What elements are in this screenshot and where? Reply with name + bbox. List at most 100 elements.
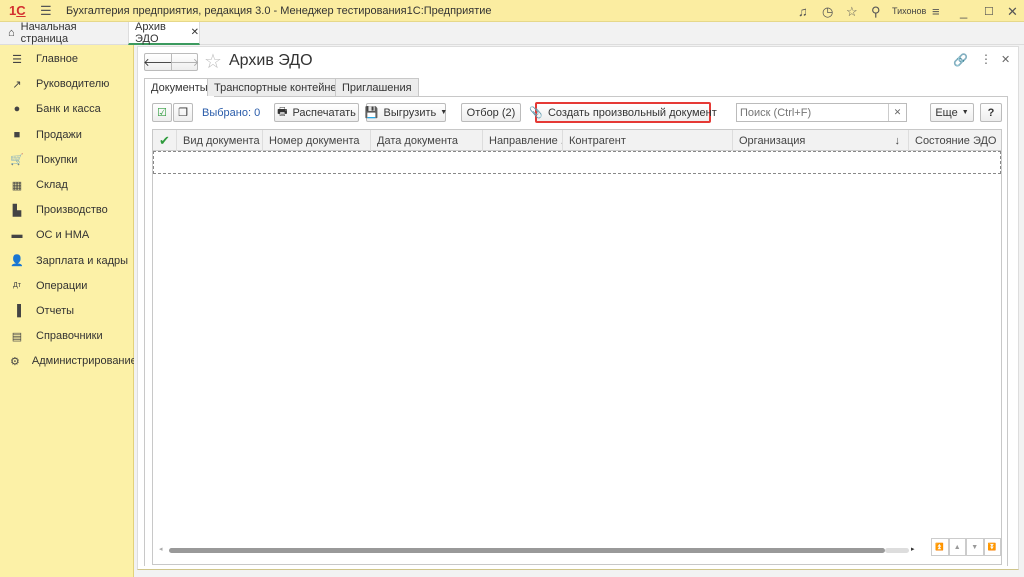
panel-border-right	[1007, 96, 1008, 566]
menu-icon: ☰	[12, 53, 22, 66]
page-title: Архив ЭДО	[229, 52, 313, 69]
sidebar-item-label: Склад	[36, 179, 68, 191]
sidebar-item-label: Главное	[36, 53, 79, 65]
column-header[interactable]: Состояние ЭДО	[909, 130, 1001, 151]
warehouse-icon: ▦	[11, 179, 23, 192]
tab-home[interactable]: ⌂ Начальная страница	[0, 21, 126, 45]
close-form-icon[interactable]: ✕	[1001, 53, 1010, 66]
create-custom-document-button[interactable]: 📎 Создать произвольный документ	[529, 102, 717, 123]
printer-icon: 🖶	[277, 106, 288, 118]
search-input-wrapper: ✕	[736, 103, 907, 122]
button-label: ?	[987, 106, 995, 119]
column-header[interactable]: Направление ...	[483, 130, 563, 151]
tab-archive-edo[interactable]: Архив ЭДО ✕	[128, 21, 200, 45]
check-all-icon: ☑	[157, 107, 167, 119]
documents-table: ✔ Вид документа Номер документа Дата док…	[152, 129, 1002, 565]
scroll-left-icon[interactable]: ◂	[159, 545, 163, 553]
link-icon[interactable]: 🔗	[953, 53, 968, 67]
sidebar-item-label: Производство	[36, 204, 108, 217]
column-header[interactable]: Номер документа	[263, 130, 371, 151]
button-label: Выгрузить	[383, 106, 437, 119]
sidebar-item-9[interactable]: 👤 Зарплата и кадры	[0, 249, 133, 273]
clear-search-icon[interactable]: ✕	[888, 104, 906, 121]
print-button[interactable]: 🖶 Распечатать	[274, 103, 359, 122]
sidebar-item-8[interactable]: ▬ ОС и НМА	[0, 223, 133, 247]
empty-row[interactable]	[153, 151, 1001, 174]
filter-button[interactable]: Отбор (2)	[461, 103, 521, 122]
export-button[interactable]: 💾 Выгрузить ▼	[365, 103, 447, 122]
paperclip-icon: 📎	[529, 107, 543, 119]
tab-label: Приглашения	[342, 81, 412, 94]
gear-icon: ⚙	[10, 355, 20, 368]
tab-invitations[interactable]: Приглашения	[335, 78, 419, 96]
scrollbar-thumb[interactable]	[169, 548, 885, 553]
sidebar-item-3[interactable]: ● Банк и касса	[0, 97, 133, 121]
sidebar-item-13[interactable]: ⚙ Администрирование	[0, 349, 137, 373]
search-icon[interactable]: ⚲	[871, 4, 881, 20]
button-label: Отбор (2)	[466, 106, 516, 119]
tab-documents[interactable]: Документы	[144, 78, 215, 97]
sidebar-item-10[interactable]: Дт Операции	[0, 274, 133, 298]
favorite-star-icon[interactable]: ☆	[204, 49, 222, 74]
close-tab-icon[interactable]: ✕	[191, 27, 199, 38]
column-label: Направление ...	[489, 134, 563, 147]
column-label: Организация	[739, 134, 806, 147]
sidebar-item-label: Продажи	[36, 128, 82, 141]
column-header[interactable]: Дата документа	[371, 130, 483, 151]
button-label: Еще	[935, 106, 958, 119]
search-input[interactable]	[737, 104, 887, 121]
close-window-icon[interactable]: ✕	[1007, 4, 1018, 20]
bell-icon[interactable]: ♫	[798, 4, 808, 19]
button-label: Создать произвольный документ	[547, 106, 717, 119]
sidebar-item-12[interactable]: ▤ Справочники	[0, 324, 133, 348]
archive-edo-form: 🡐 🡒 ☆ Архив ЭДО 🔗 ⋮ ✕ Документы Транспор…	[137, 46, 1019, 570]
favorites-star-icon[interactable]: ☆	[846, 4, 858, 20]
settings-menu-icon[interactable]: ≡	[932, 4, 940, 19]
sidebar-item-4[interactable]: ■ Продажи	[0, 123, 133, 147]
next-row-icon[interactable]: ▼	[966, 538, 984, 556]
minimize-icon[interactable]: _	[960, 4, 967, 19]
sidebar-item-2[interactable]: ↗ Руководителю	[0, 72, 133, 96]
last-row-icon[interactable]: ⏬	[983, 538, 1001, 556]
sidebar-item-label: Отчеты	[36, 305, 75, 317]
user-name[interactable]: Тихонов	[892, 6, 926, 16]
sort-arrow-icon: ↓	[894, 134, 901, 147]
check-column-icon[interactable]: ✔	[153, 130, 177, 151]
open-windows-bar: ⌂ Начальная страница Архив ЭДО ✕	[0, 21, 1024, 45]
copy-button[interactable]: ❐	[173, 103, 193, 122]
column-label: Вид документа	[183, 134, 260, 147]
sidebar-item-label: Операции	[36, 279, 88, 292]
horizontal-scrollbar[interactable]: ◂ ▸	[159, 545, 919, 555]
column-header[interactable]: Вид документа	[177, 130, 263, 151]
sidebar-item-7[interactable]: ▙ Производство	[0, 198, 133, 222]
maximize-icon[interactable]: ☐	[984, 5, 994, 18]
column-header[interactable]: Организация ↓	[733, 130, 909, 151]
more-actions-icon[interactable]: ⋮	[980, 52, 992, 66]
forward-button[interactable]: 🡒	[170, 53, 199, 71]
help-button[interactable]: ?	[980, 103, 1002, 122]
sidebar-item-6[interactable]: ▦ Склад	[0, 173, 133, 197]
main-menu-icon[interactable]: ☰	[40, 3, 52, 19]
sidebar-item-label: Зарплата и кадры	[36, 254, 129, 267]
select-all-button[interactable]: ☑	[152, 103, 172, 122]
first-row-icon[interactable]: ⏫	[931, 538, 949, 556]
column-label: Состояние ЭДО	[915, 134, 997, 147]
sidebar-item-label: Администрирование	[31, 355, 137, 368]
back-button[interactable]: 🡐	[143, 53, 173, 71]
panel-border-left	[144, 96, 145, 566]
sidebar-item-1[interactable]: ☰ Главное	[0, 47, 133, 71]
column-label: Контрагент	[569, 134, 626, 147]
tabs-divider	[144, 96, 1008, 97]
tab-label: Начальная страница	[20, 21, 77, 45]
sidebar: ☰ Главное ↗ Руководителю ● Банк и касса ■ Прода…	[0, 45, 137, 577]
prev-row-icon[interactable]: ▲	[948, 538, 966, 556]
column-header[interactable]: Контрагент	[563, 130, 733, 151]
sidebar-item-label: ОС и НМА	[36, 229, 90, 242]
sidebar-item-label: Банк и касса	[36, 103, 101, 116]
history-icon[interactable]: ◷	[822, 4, 833, 20]
sidebar-item-11[interactable]: ▐ Отчеты	[0, 299, 133, 323]
sidebar-item-5[interactable]: 🛒 Покупки	[0, 148, 133, 172]
button-label: Распечатать	[292, 106, 356, 119]
more-button[interactable]: Еще ▼	[930, 103, 974, 122]
scroll-right-icon[interactable]: ▸	[911, 545, 915, 553]
